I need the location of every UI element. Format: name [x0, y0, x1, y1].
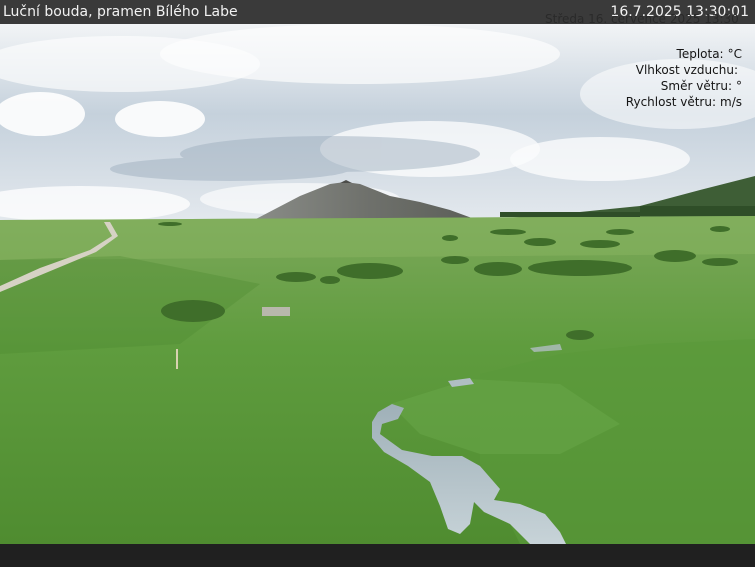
webcam-frame: Luční bouda, pramen Bílého Labe 16.7.202… — [0, 0, 755, 567]
wind-speed-unit: m/s — [720, 95, 742, 109]
faint-date-overlay: Středa 16. července 2025 13:30 — [545, 12, 739, 26]
stone-marker — [262, 307, 290, 316]
wind-direction-label: Směr větru: — [660, 79, 732, 93]
camera-title: Luční bouda, pramen Bílého Labe — [3, 4, 238, 20]
wind-direction-row: Směr větru: ° — [626, 78, 742, 94]
temperature-label: Teplota: — [676, 47, 724, 61]
wind-speed-label: Rychlost větru: — [625, 95, 717, 109]
weather-readout: Teplota: °C Vlhkost vzduchu: Směr větru: °… — [626, 46, 742, 110]
bottom-bar — [0, 544, 755, 567]
humidity-row: Vlhkost vzduchu: — [626, 62, 742, 78]
humidity-label: Vlhkost vzduchu: — [635, 63, 738, 77]
wind-speed-row: Rychlost větru: m/s — [626, 94, 742, 110]
temperature-unit: °C — [727, 47, 742, 61]
temperature-row: Teplota: °C — [626, 46, 742, 62]
wind-direction-unit: ° — [736, 79, 742, 93]
